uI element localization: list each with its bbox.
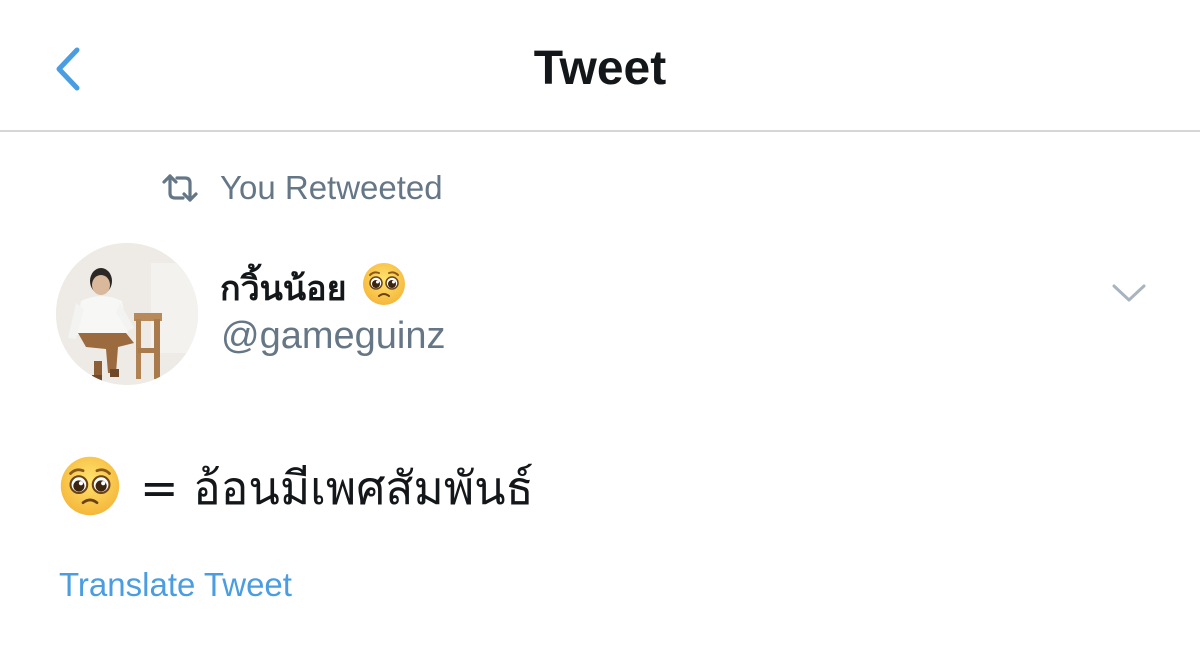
retweet-context: You Retweeted xyxy=(160,165,443,211)
tweet-options-button[interactable] xyxy=(1104,272,1154,314)
top-nav-bar: Tweet xyxy=(0,0,1200,132)
tweet-content: = อ้อนมีเพศสัมพันธ์ xyxy=(58,448,534,528)
translate-tweet-link[interactable]: Translate Tweet xyxy=(59,562,292,608)
page-title: Tweet xyxy=(533,42,667,95)
avatar[interactable] xyxy=(56,243,198,385)
retweet-label: You Retweeted xyxy=(220,169,443,206)
retweet-icon xyxy=(160,165,200,211)
pleading-face-emoji xyxy=(58,454,122,522)
author-name-text: กวิ้นน้อย xyxy=(220,269,347,309)
tweet-text: = อ้อนมีเพศสัมพันธ์ xyxy=(140,461,534,515)
chevron-down-icon xyxy=(1112,284,1146,302)
profile-photo xyxy=(56,243,198,385)
pleading-face-emoji xyxy=(361,261,407,316)
tweet-detail-screen: Tweet You Retweeted กวิ้นน้อย @gameguinz… xyxy=(0,0,1200,671)
author-display-name[interactable]: กวิ้นน้อย xyxy=(220,260,407,316)
author-handle[interactable]: @gameguinz xyxy=(221,312,445,360)
